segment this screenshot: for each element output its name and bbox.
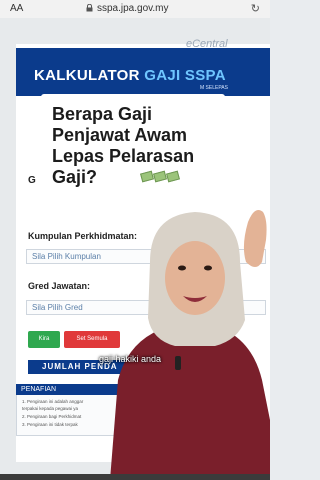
caption-line: Penjawat Awam — [52, 125, 188, 145]
video-subtitle: gaji hakiki anda — [99, 354, 162, 364]
bottom-bar — [0, 474, 270, 480]
presenter-figure — [110, 209, 270, 480]
video-caption: Berapa Gaji Penjawat Awam Lepas Pelarasa… — [52, 104, 222, 188]
caption-line: Lepas Pelarasan — [52, 146, 195, 166]
caption-line: Gaji? — [52, 167, 98, 187]
money-emoji-icon — [140, 168, 180, 186]
money-icon — [153, 170, 167, 183]
money-icon — [166, 170, 180, 183]
caption-line: Berapa Gaji — [52, 104, 153, 124]
money-icon — [140, 170, 154, 183]
